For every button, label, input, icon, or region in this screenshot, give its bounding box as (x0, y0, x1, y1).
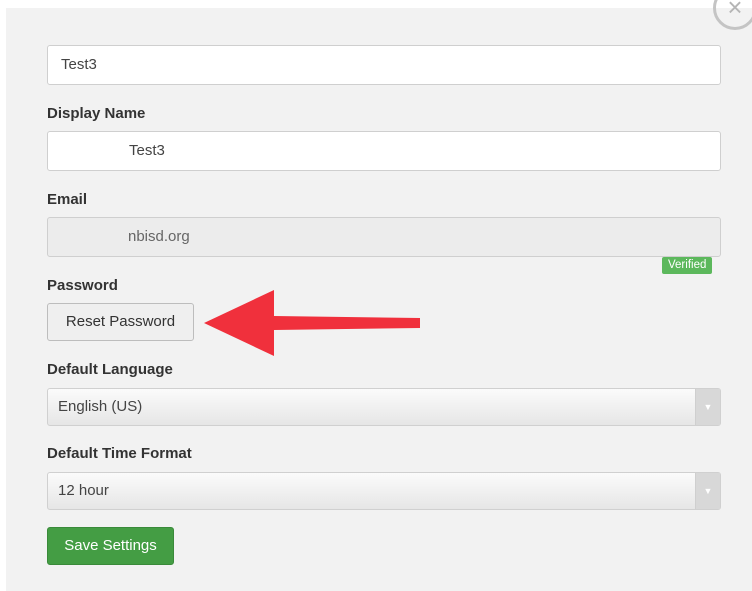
display-name-label: Display Name (47, 105, 146, 122)
save-settings-button[interactable]: Save Settings (47, 527, 174, 565)
email-field: nbisd.org (47, 217, 721, 257)
name-field[interactable]: Test3 (47, 45, 721, 85)
verified-badge: Verified (662, 257, 713, 274)
default-language-select[interactable]: English (US) ▼ (47, 388, 721, 426)
email-value: nbisd.org (128, 228, 190, 245)
default-time-format-value: 12 hour (58, 482, 109, 499)
close-icon[interactable]: × (713, 0, 752, 30)
display-name-value: Test3 (129, 142, 165, 159)
default-language-value: English (US) (58, 398, 143, 415)
annotation-arrow (204, 290, 420, 356)
chevron-down-icon[interactable]: ▼ (695, 473, 720, 509)
default-time-format-label: Default Time Format (47, 445, 192, 462)
default-time-format-select[interactable]: 12 hour ▼ (47, 472, 721, 510)
default-language-label: Default Language (47, 361, 173, 378)
reset-password-button[interactable]: Reset Password (47, 303, 194, 341)
password-label: Password (47, 277, 118, 294)
email-label: Email (47, 191, 88, 208)
chevron-down-icon[interactable]: ▼ (695, 389, 720, 425)
display-name-field[interactable]: Test3 (47, 131, 721, 171)
